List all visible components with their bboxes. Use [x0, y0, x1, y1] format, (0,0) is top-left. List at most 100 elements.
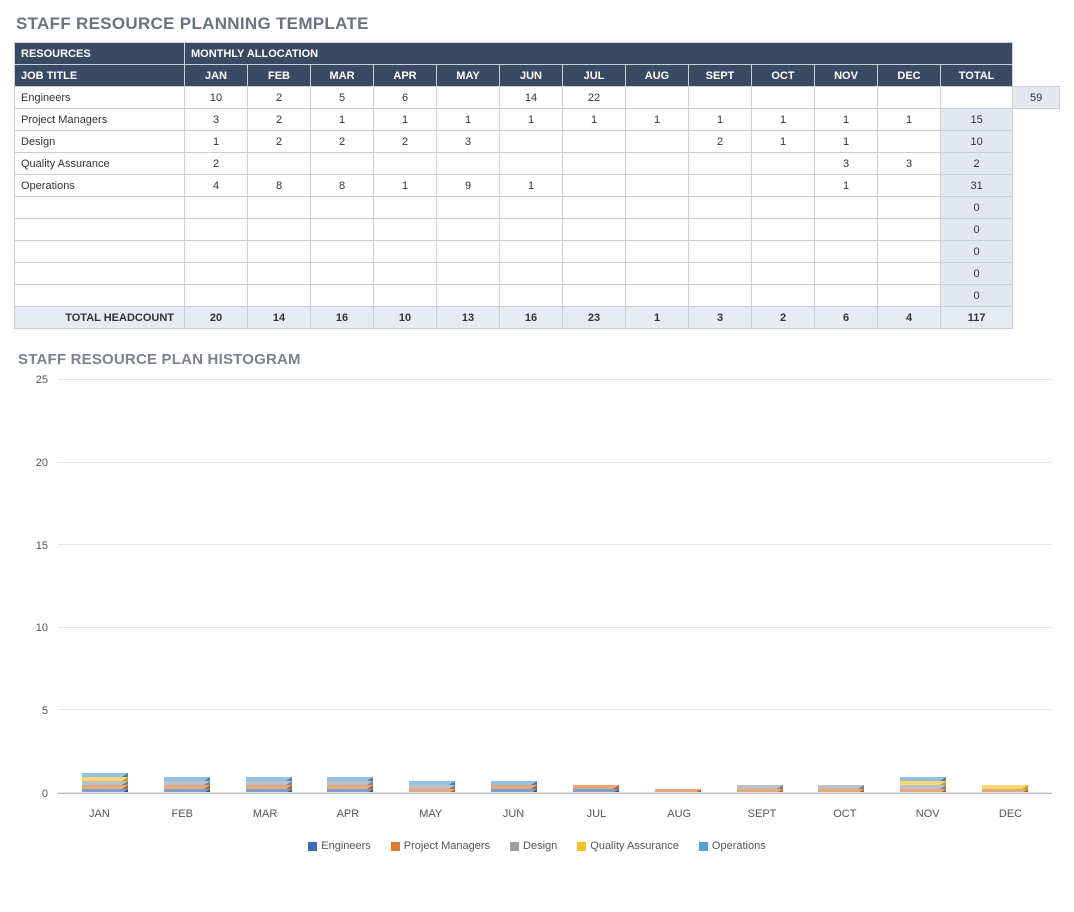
cell: 4: [185, 175, 248, 197]
cell: [689, 175, 752, 197]
header-month: AUG: [626, 65, 689, 87]
plot-area: [58, 380, 1052, 794]
table-footer: TOTAL HEADCOUNT2014161013162313264117: [15, 307, 1060, 329]
x-axis: JANFEBMARAPRMAYJUNJULAUGSEPTOCTNOVDEC: [58, 808, 1052, 820]
cell: [563, 175, 626, 197]
header-resources: RESOURCES: [15, 43, 185, 65]
x-tick-label: JUL: [573, 808, 619, 820]
header-month: SEPT: [689, 65, 752, 87]
cell: [689, 219, 752, 241]
header-month: MAR: [311, 65, 374, 87]
cell: [626, 131, 689, 153]
cell: 14: [500, 87, 563, 109]
x-tick-label: DEC: [988, 808, 1034, 820]
cell: 3: [815, 153, 878, 175]
cell: [878, 175, 941, 197]
gridline: [58, 462, 1052, 463]
cell: 3: [185, 109, 248, 131]
gridline: [58, 792, 1052, 793]
cell: [752, 175, 815, 197]
allocation-table: RESOURCESMONTHLY ALLOCATIONJOB TITLEJANF…: [14, 42, 1060, 329]
cell: 9: [437, 175, 500, 197]
row-label: [15, 285, 185, 307]
legend-item: Quality Assurance: [577, 840, 679, 852]
cell: [437, 153, 500, 175]
header-total: TOTAL: [941, 65, 1013, 87]
cell: [752, 285, 815, 307]
header-monthly: MONTHLY ALLOCATION: [185, 43, 1013, 65]
cell: [752, 219, 815, 241]
cell: [689, 285, 752, 307]
footer-row: TOTAL HEADCOUNT2014161013162313264117: [15, 307, 1060, 329]
footer-cell: 6: [815, 307, 878, 329]
cell: [878, 197, 941, 219]
cell: 2: [689, 131, 752, 153]
table-row: 0: [15, 285, 1060, 307]
gridline: [58, 627, 1052, 628]
y-tick-label: 0: [42, 788, 48, 800]
row-total: 59: [1013, 87, 1060, 109]
footer-total: 117: [941, 307, 1013, 329]
cell: [689, 153, 752, 175]
cell: [311, 153, 374, 175]
cell: [563, 285, 626, 307]
cell: [248, 197, 311, 219]
y-tick-label: 5: [42, 705, 48, 717]
row-total: 0: [941, 219, 1013, 241]
cell: [311, 263, 374, 285]
x-tick-label: JAN: [76, 808, 122, 820]
cell: [815, 197, 878, 219]
cell: 3: [437, 131, 500, 153]
cell: [500, 219, 563, 241]
table-row: Design1222321110: [15, 131, 1060, 153]
x-tick-label: OCT: [822, 808, 868, 820]
cell: 2: [248, 109, 311, 131]
cell: [500, 131, 563, 153]
cell: [248, 153, 311, 175]
cell: [563, 263, 626, 285]
row-total: 0: [941, 241, 1013, 263]
footer-cell: 4: [878, 307, 941, 329]
cell: [248, 263, 311, 285]
cell: [311, 219, 374, 241]
table-row: Operations488191131: [15, 175, 1060, 197]
bar-column: [246, 777, 292, 793]
footer-cell: 23: [563, 307, 626, 329]
legend-swatch: [577, 842, 586, 851]
cell: 3: [878, 153, 941, 175]
cell: 1: [374, 109, 437, 131]
cell: [185, 285, 248, 307]
cell: 2: [311, 131, 374, 153]
legend-item: Engineers: [308, 840, 371, 852]
cell: [311, 197, 374, 219]
cell: 1: [374, 175, 437, 197]
cell: [437, 219, 500, 241]
y-axis: 0510152025: [18, 374, 54, 794]
y-tick-label: 20: [36, 457, 48, 469]
cell: [374, 285, 437, 307]
cell: [941, 87, 1013, 109]
row-label: [15, 241, 185, 263]
bar-column: [900, 777, 946, 793]
cell: 1: [626, 109, 689, 131]
row-label: Quality Assurance: [15, 153, 185, 175]
cell: 2: [248, 87, 311, 109]
cell: [185, 197, 248, 219]
cell: 8: [311, 175, 374, 197]
table-body: Engineers10256142259Project Managers3211…: [15, 87, 1060, 307]
cell: [815, 241, 878, 263]
x-tick-label: NOV: [905, 808, 951, 820]
legend-swatch: [391, 842, 400, 851]
cell: [626, 87, 689, 109]
header-month: JAN: [185, 65, 248, 87]
legend-item: Design: [510, 840, 557, 852]
header-month: NOV: [815, 65, 878, 87]
row-total: 15: [941, 109, 1013, 131]
cell: 8: [248, 175, 311, 197]
row-total: 31: [941, 175, 1013, 197]
footer-cell: 14: [248, 307, 311, 329]
cell: [752, 87, 815, 109]
cell: [374, 153, 437, 175]
cell: [815, 87, 878, 109]
cell: [815, 263, 878, 285]
